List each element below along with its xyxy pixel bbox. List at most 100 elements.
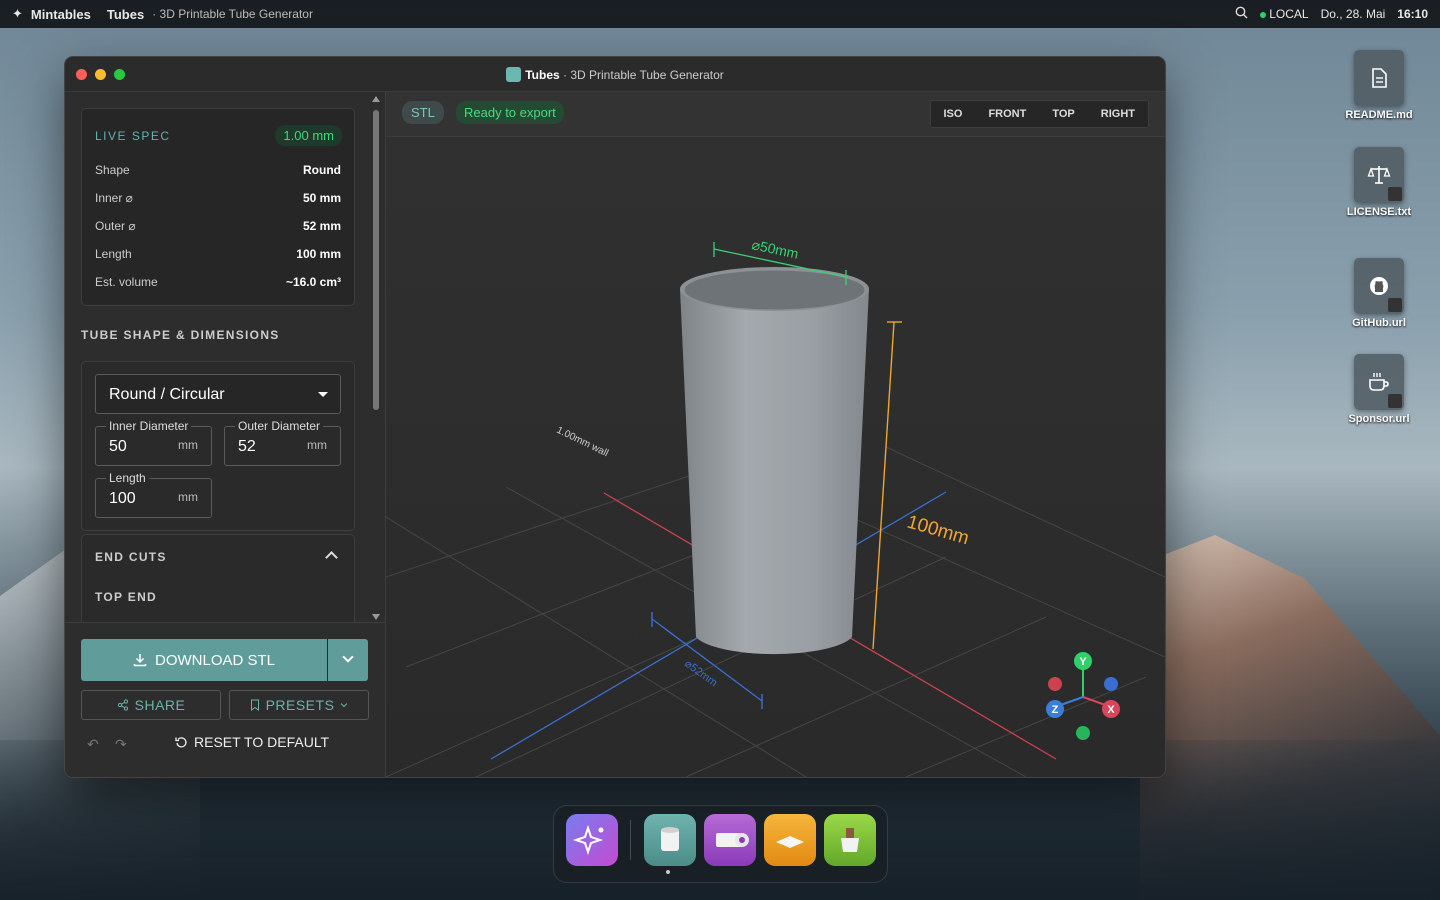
presets-button[interactable]: PRESETS	[229, 690, 369, 720]
title-bar: Tubes · 3D Printable Tube Generator	[65, 57, 1165, 92]
inner-diameter-field[interactable]: Inner Diameter 50 mm	[95, 419, 212, 466]
bookmark-icon	[250, 699, 259, 711]
shortcut-link-icon	[1388, 298, 1402, 312]
menubar-app-name[interactable]: Mintables	[31, 7, 91, 22]
scale-icon	[1354, 147, 1404, 203]
field-unit: mm	[178, 490, 198, 504]
field-unit: mm	[178, 438, 198, 452]
sidebar-footer: DOWNLOAD STL SHARE PRESETS ↶ ↷ RESET TO …	[65, 622, 385, 777]
field-value: 52	[238, 438, 256, 455]
gizmo-z-label: Z	[1052, 704, 1059, 716]
length-field[interactable]: Length 100 mm	[95, 471, 212, 518]
spec-row-inner: Inner ⌀ 50 mm	[95, 191, 341, 205]
field-label: Outer Diameter	[235, 419, 324, 433]
local-status: LOCAL	[1260, 7, 1309, 21]
search-icon[interactable]	[1235, 6, 1248, 22]
field-unit: mm	[307, 438, 327, 452]
desktop-icon-label: README.md	[1345, 109, 1413, 121]
shape-select-value: Round / Circular	[109, 386, 225, 403]
spec-row-outer: Outer ⌀ 52 mm	[95, 219, 341, 233]
view-iso-button[interactable]: ISO	[931, 108, 976, 120]
view-top-button[interactable]: TOP	[1039, 108, 1087, 120]
spec-value: Round	[303, 163, 341, 177]
spec-value: 52 mm	[302, 219, 341, 233]
live-spec-heading: LIVE SPEC	[95, 129, 171, 143]
field-label: Inner Diameter	[106, 419, 192, 433]
gizmo-y-label: Y	[1079, 656, 1087, 668]
chevron-up-icon[interactable]	[325, 551, 338, 564]
redo-icon[interactable]: ↷	[115, 736, 127, 753]
download-options-button[interactable]	[328, 639, 368, 681]
reset-to-default-button[interactable]: RESET TO DEFAULT	[175, 734, 329, 750]
ready-status-chip: Ready to export	[456, 101, 564, 124]
dock	[553, 805, 888, 883]
sidebar-scroll-area[interactable]: LIVE SPEC 1.00 mm Shape Round Inner ⌀ 50 m…	[65, 92, 370, 622]
menubar-menu-sub: · 3D Printable Tube Generator	[152, 7, 313, 21]
sidebar-scrollbar[interactable]	[371, 96, 381, 620]
share-icon	[117, 699, 128, 711]
dock-plate-app[interactable]	[764, 814, 816, 866]
dimensions-heading: TUBE SHAPE & DIMENSIONS	[81, 328, 280, 342]
dock-mintables-app[interactable]	[566, 814, 618, 866]
tube-opening	[684, 270, 865, 310]
share-button[interactable]: SHARE	[81, 690, 221, 720]
sidebar: LIVE SPEC 1.00 mm Shape Round Inner ⌀ 50 m…	[65, 92, 386, 777]
end-cuts-heading[interactable]: END CUTS	[95, 550, 167, 564]
undo-icon[interactable]: ↶	[87, 736, 99, 753]
roll-icon	[716, 833, 749, 847]
live-spec-panel: LIVE SPEC 1.00 mm Shape Round Inner ⌀ 50 m…	[81, 108, 355, 306]
spec-row-volume: Est. volume ~16.0 cm³	[95, 275, 341, 289]
desktop-readme[interactable]: README.md	[1343, 50, 1415, 121]
desktop-icon-label: LICENSE.txt	[1346, 206, 1412, 218]
dock-planter-app[interactable]	[824, 814, 876, 866]
tube-scene[interactable]: ⌀50mm 100mm 1.00mm wall ⌀52mm Y X Z	[386, 137, 1165, 777]
chevron-down-icon	[342, 651, 354, 663]
app-window: Tubes · 3D Printable Tube Generator LIVE…	[64, 56, 1166, 778]
share-label: SHARE	[134, 697, 186, 713]
window-title-main: Tubes	[525, 68, 560, 82]
local-status-label: LOCAL	[1269, 7, 1309, 21]
dock-tubes-app[interactable]	[644, 814, 696, 866]
spec-label: Inner ⌀	[95, 191, 133, 205]
desktop-sponsor[interactable]: Sponsor.url	[1343, 354, 1415, 425]
window-title: Tubes · 3D Printable Tube Generator	[65, 67, 1165, 82]
desktop-icon-label: GitHub.url	[1352, 317, 1406, 329]
tube-app-icon	[506, 67, 522, 82]
menubar-time: 16:10	[1397, 7, 1428, 21]
spec-label: Shape	[95, 163, 130, 177]
view-switcher: ISO FRONT TOP RIGHT	[929, 100, 1149, 128]
3d-viewport[interactable]: STL Ready to export ISO FRONT TOP RIGHT	[386, 92, 1165, 777]
field-label: Length	[106, 471, 149, 485]
scrollbar-thumb[interactable]	[373, 110, 379, 410]
planter-icon	[841, 828, 859, 852]
spec-row-length: Length 100 mm	[95, 247, 341, 261]
status-dot-icon	[1260, 12, 1267, 18]
spec-value: 100 mm	[296, 247, 341, 261]
shortcut-link-icon	[1388, 187, 1402, 201]
tube-icon	[661, 827, 679, 851]
desktop-github[interactable]: GitHub.url	[1343, 258, 1415, 329]
caret-down-icon	[318, 392, 328, 397]
outer-diameter-field[interactable]: Outer Diameter 52 mm	[224, 419, 341, 466]
shape-select[interactable]: Round / Circular	[95, 374, 341, 414]
document-icon	[1354, 50, 1404, 106]
sparkle-icon	[572, 824, 604, 856]
window-title-sub: · 3D Printable Tube Generator	[563, 68, 724, 82]
menu-bar: ✦ Mintables Tubes · 3D Printable Tube Ge…	[0, 0, 1440, 28]
desktop-license[interactable]: LICENSE.txt	[1343, 147, 1415, 218]
scroll-up-icon[interactable]	[372, 96, 380, 102]
field-value: 100	[109, 490, 136, 507]
download-stl-button[interactable]: DOWNLOAD STL	[81, 639, 327, 681]
menubar-menu-title[interactable]: Tubes	[107, 7, 144, 22]
sparkle-icon[interactable]: ✦	[12, 6, 23, 22]
dock-roll-app[interactable]	[704, 814, 756, 866]
spec-value: 50 mm	[302, 191, 341, 205]
view-front-button[interactable]: FRONT	[975, 108, 1039, 120]
tube-body	[680, 289, 869, 655]
scroll-down-icon[interactable]	[372, 614, 380, 620]
desktop-icon-label: Sponsor.url	[1348, 413, 1410, 425]
reset-icon	[175, 736, 187, 747]
view-right-button[interactable]: RIGHT	[1088, 108, 1148, 120]
wall-thickness-badge: 1.00 mm	[275, 125, 342, 146]
download-icon	[133, 654, 147, 667]
